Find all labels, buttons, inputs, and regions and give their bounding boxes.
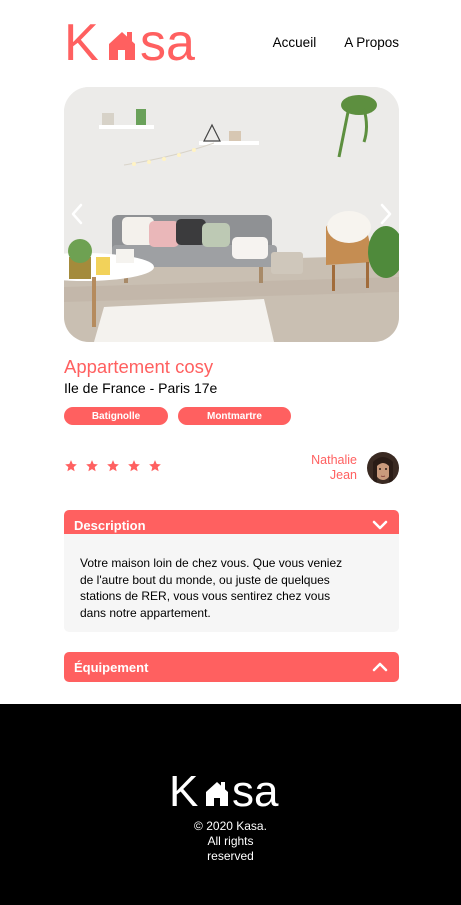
listing-title: Appartement cosy — [64, 356, 214, 377]
nav-link-home[interactable]: Accueil — [273, 35, 317, 50]
copyright-line: reserved — [207, 849, 254, 863]
host-info: Nathalie Jean — [297, 452, 399, 484]
kasa-footer-logo: K sa — [169, 768, 279, 811]
star-icon — [149, 460, 161, 472]
host-name: Nathalie Jean — [297, 453, 357, 483]
star-icon — [128, 460, 140, 472]
star-icon — [65, 460, 77, 472]
house-icon — [206, 782, 228, 806]
host-last-name: Jean — [329, 468, 357, 482]
host-first-name: Nathalie — [311, 453, 357, 467]
star-icon — [86, 460, 98, 472]
svg-text:K: K — [64, 16, 99, 66]
kasa-logo[interactable]: K sa — [64, 16, 214, 66]
next-photo-button[interactable] — [375, 199, 397, 229]
tag-montmartre: Montmartre — [178, 407, 291, 425]
equipment-label: Équipement — [74, 659, 149, 675]
tag-list: Batignolle Montmartre — [64, 407, 291, 425]
description-line: stations de RER, vous vous sentirez chez… — [80, 589, 331, 603]
nav-link-about[interactable]: A Propos — [344, 35, 399, 50]
copyright-line: © 2020 Kasa. — [194, 819, 267, 833]
rating-stars — [64, 459, 162, 473]
footer: K sa © 2020 Kasa. All rights reserved — [0, 704, 461, 905]
description-line: dans notre appartement. — [80, 605, 211, 620]
chevron-right-icon — [380, 203, 392, 225]
house-icon — [109, 32, 135, 60]
equipment-collapse-toggle[interactable]: Équipement — [64, 652, 399, 682]
listing-location: Ile de France - Paris 17e — [64, 380, 218, 396]
description-label: Description — [74, 517, 146, 533]
listing-photo — [64, 87, 399, 342]
star-icon — [107, 460, 119, 472]
previous-photo-button[interactable] — [66, 199, 88, 229]
svg-text:sa: sa — [140, 16, 195, 66]
svg-text:sa: sa — [232, 768, 279, 811]
description-line: de l'autre bout du monde, ou juste de qu… — [80, 572, 330, 587]
copyright-text: © 2020 Kasa. All rights reserved — [0, 819, 461, 864]
chevron-down-icon — [372, 520, 388, 530]
description-line: Votre maison loin de chez vous. Que vous… — [80, 556, 343, 570]
listing-photo-carousel — [64, 87, 399, 342]
host-avatar — [367, 452, 399, 484]
copyright-line: All rights — [207, 834, 254, 848]
header: K sa Accueil A Propos — [64, 16, 399, 66]
main-nav: Accueil A Propos — [273, 35, 399, 50]
tag-batignolle: Batignolle — [64, 407, 168, 425]
svg-text:K: K — [169, 768, 198, 811]
chevron-up-icon — [372, 662, 388, 672]
description-text: Votre maison loin de chez vous. Que vous… — [64, 534, 399, 632]
chevron-left-icon — [71, 203, 83, 225]
